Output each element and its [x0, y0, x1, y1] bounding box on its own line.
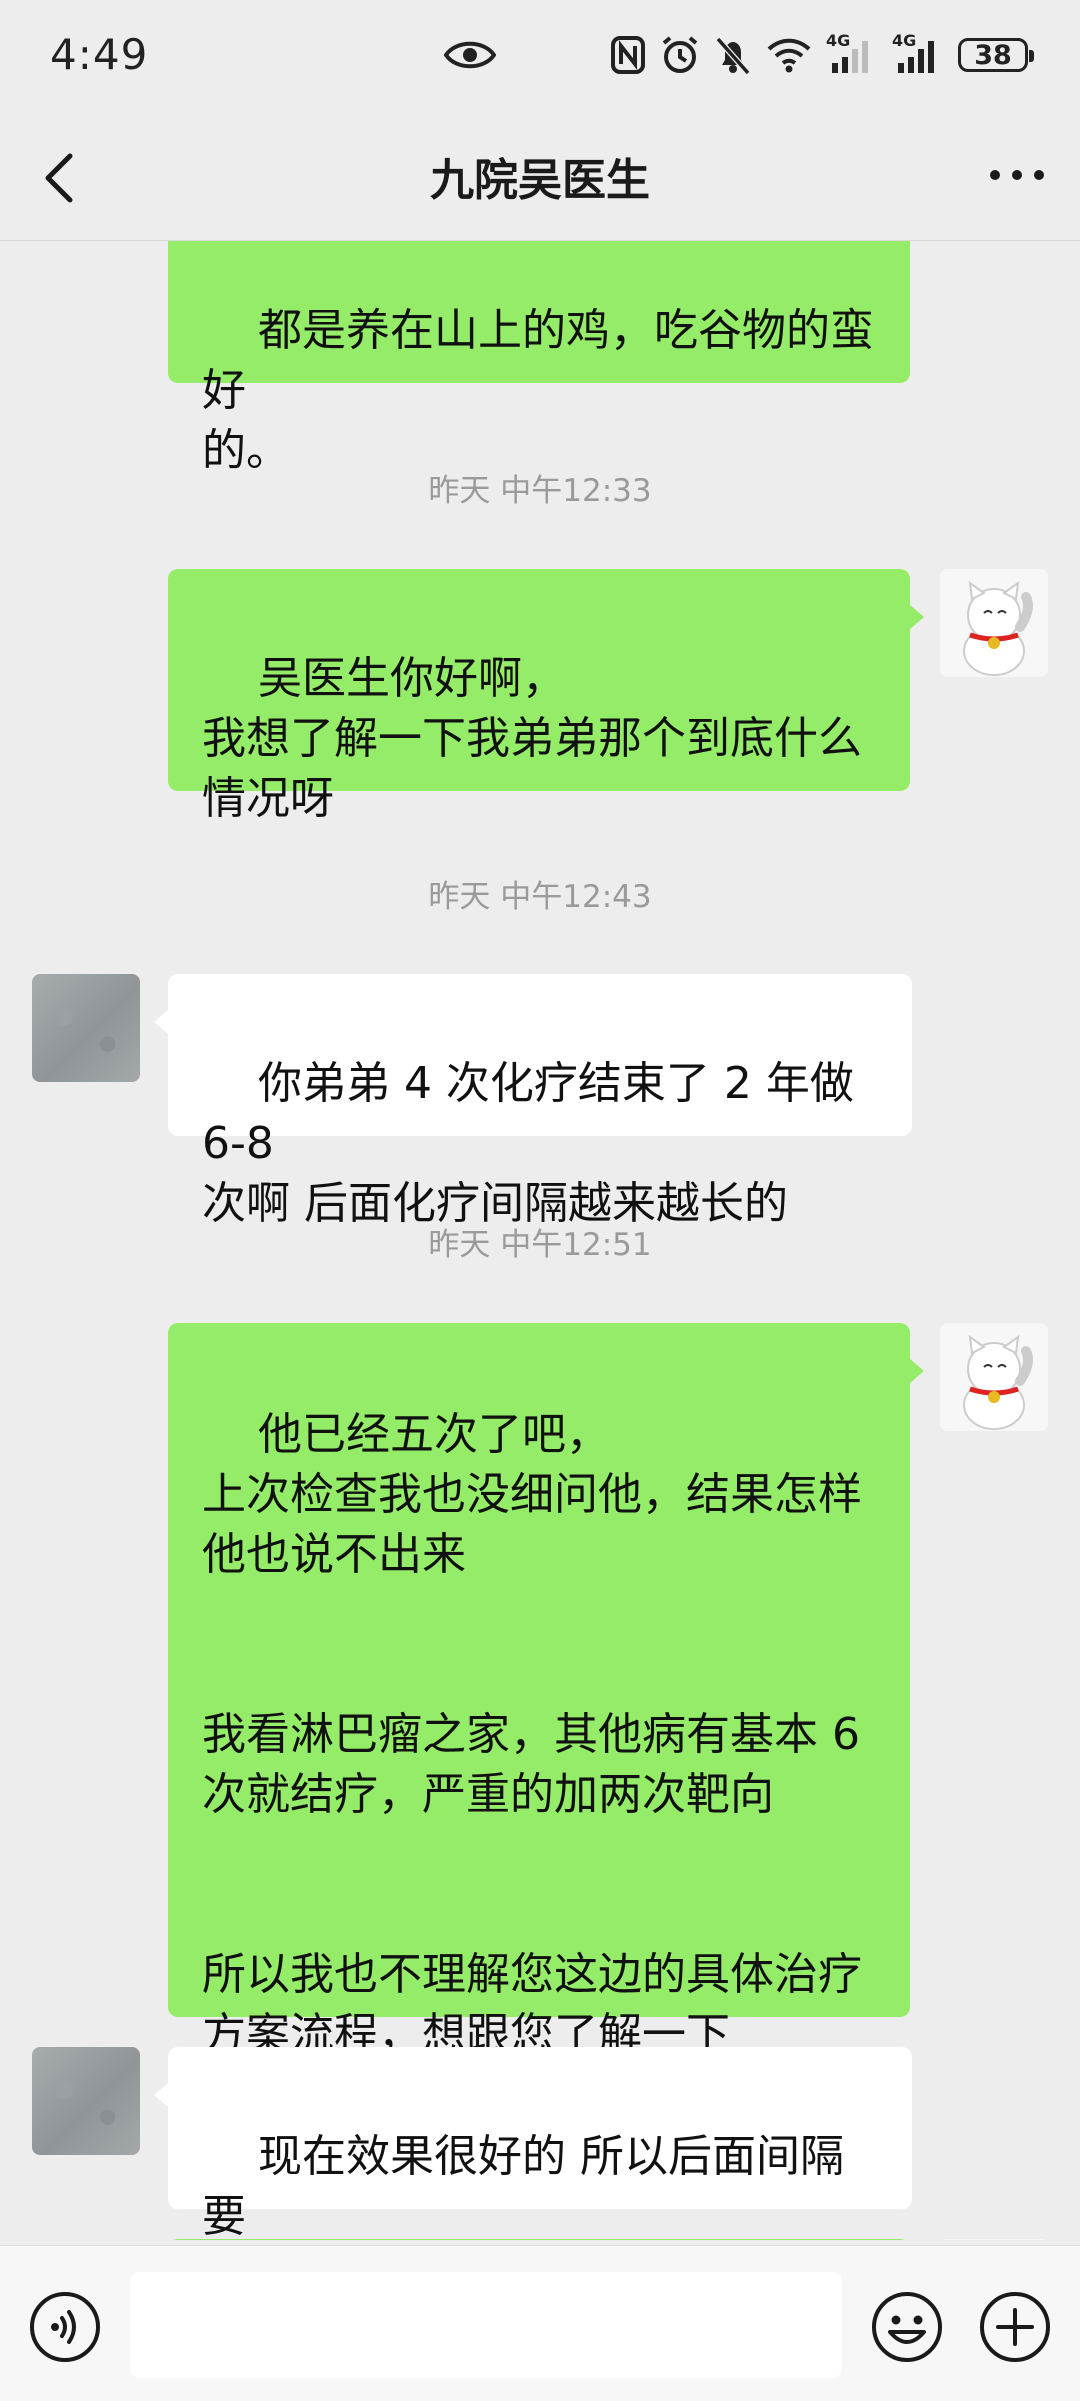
mute-bell-icon	[715, 37, 751, 75]
wifi-icon	[767, 38, 811, 73]
eye-icon	[444, 41, 496, 69]
battery-icon: 38	[958, 38, 1034, 72]
status-icons: 4G 4G 38	[610, 31, 1034, 78]
message-text: 都是养在山上的鸡，吃谷物的蛮好 的。	[202, 305, 874, 476]
status-bar: 4:49 4G 4G 38	[0, 0, 1080, 110]
self-avatar[interactable]	[940, 1323, 1048, 1431]
sent-message-bubble-partial[interactable]	[168, 2239, 910, 2240]
signal-2: 4G	[892, 31, 944, 75]
more-functions-plus-icon[interactable]	[978, 2290, 1052, 2364]
message-input[interactable]	[130, 2272, 842, 2378]
message-list[interactable]: 都是养在山上的鸡，吃谷物的蛮好 的。 昨天 中午12:33 吴医生你好啊， 我想…	[0, 241, 1080, 2240]
more-options-icon[interactable]	[984, 160, 1050, 190]
voice-input-icon[interactable]	[28, 2290, 102, 2364]
message-timestamp: 昨天 中午12:51	[428, 1227, 652, 1263]
signal-bars-icon	[832, 41, 868, 73]
message-text: 他已经五次了吧， 上次检查我也没细问他，结果怎样 他也说不出来 我看淋巴瘤之家，…	[202, 1409, 862, 2060]
status-time: 4:49	[50, 30, 149, 79]
self-avatar-partial[interactable]	[940, 2239, 1048, 2240]
message-timestamp: 昨天 中午12:43	[428, 879, 652, 915]
alarm-icon	[662, 36, 698, 73]
sent-message-bubble[interactable]: 他已经五次了吧， 上次检查我也没细问他，结果怎样 他也说不出来 我看淋巴瘤之家，…	[168, 1323, 924, 2060]
self-avatar[interactable]	[940, 569, 1048, 677]
signal-1: 4G	[826, 31, 878, 75]
contact-avatar[interactable]	[32, 974, 140, 1082]
message-text: 你弟弟 4 次化疗结束了 2 年做 6-8 次啊 后面化疗间隔越来越长的	[202, 1058, 854, 1229]
received-message-bubble[interactable]: 你弟弟 4 次化疗结束了 2 年做 6-8 次啊 后面化疗间隔越来越长的	[154, 974, 912, 1229]
message-text: 吴医生你好啊， 我想了解一下我弟弟那个到底什么 情况呀	[202, 653, 862, 824]
battery-level: 38	[974, 39, 1012, 71]
input-bar	[0, 2245, 1080, 2401]
message-text: 现在效果很好的 所以后面间隔要 拉长	[202, 2131, 844, 2240]
lucky-cat-icon	[940, 569, 1048, 677]
received-message-bubble[interactable]: 现在效果很好的 所以后面间隔要 拉长	[154, 2047, 912, 2240]
contact-avatar[interactable]	[32, 2047, 140, 2155]
lucky-cat-icon	[940, 1323, 1048, 1431]
emoji-icon[interactable]	[870, 2290, 944, 2364]
chat-header: 九院吴医生	[0, 110, 1080, 241]
signal-bars-icon	[898, 41, 934, 73]
sent-message-bubble[interactable]: 都是养在山上的鸡，吃谷物的蛮好 的。	[168, 241, 910, 476]
sent-message-bubble[interactable]: 吴医生你好啊， 我想了解一下我弟弟那个到底什么 情况呀	[168, 569, 924, 824]
chat-title: 九院吴医生	[430, 155, 650, 206]
nfc-icon	[611, 36, 645, 74]
message-timestamp: 昨天 中午12:33	[428, 473, 652, 509]
